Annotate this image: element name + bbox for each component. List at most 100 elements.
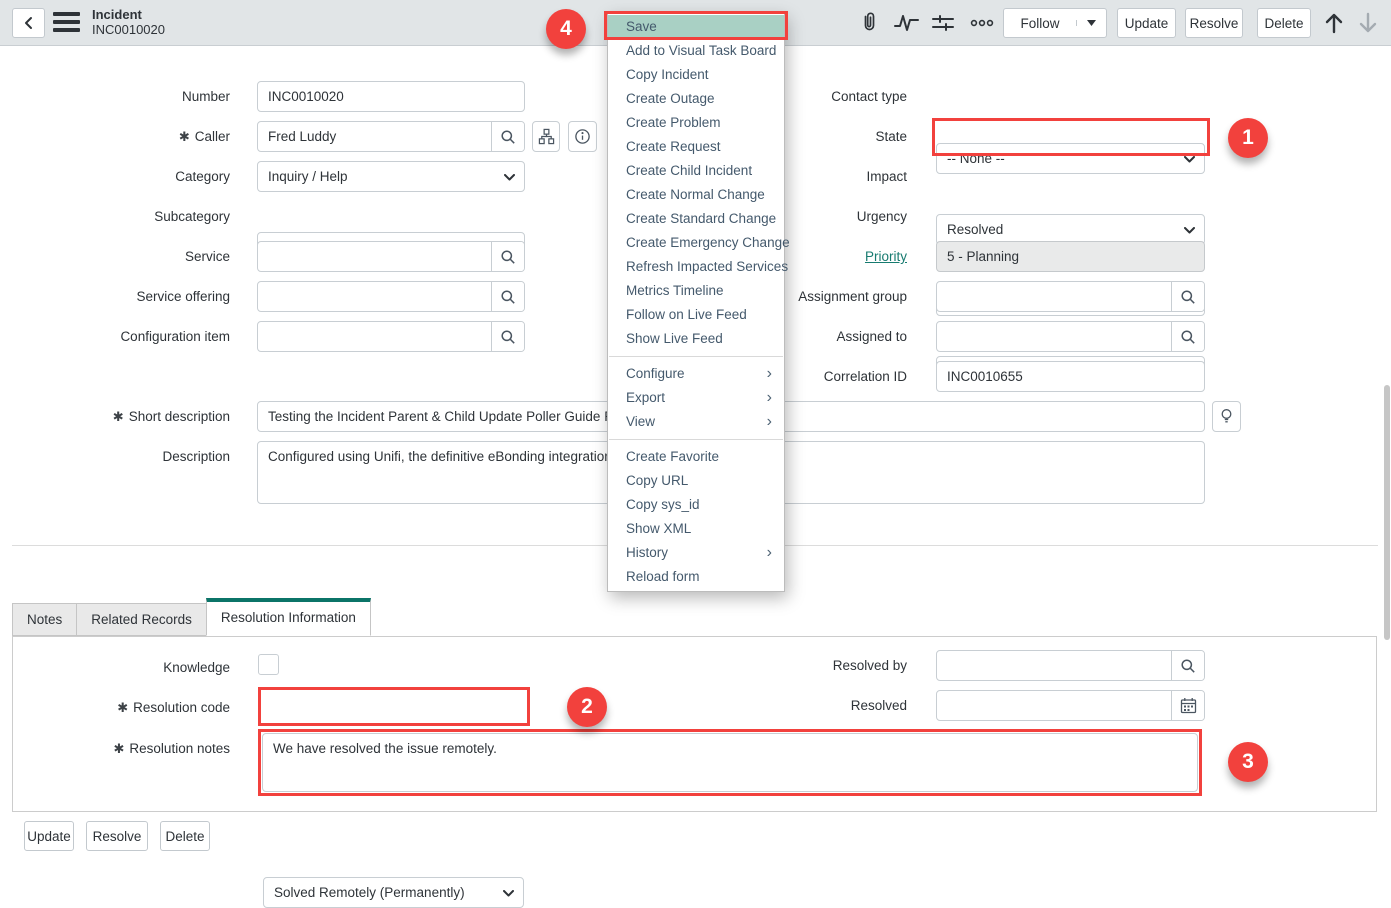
tab-resolution-information[interactable]: Resolution Information <box>206 598 371 636</box>
service-offering-input[interactable] <box>258 282 491 311</box>
menu-item-copy-incident[interactable]: Copy Incident <box>608 63 784 87</box>
menu-item-copy-url[interactable]: Copy URL <box>608 469 784 493</box>
menu-item-create-child-incident[interactable]: Create Child Incident <box>608 159 784 183</box>
menu-item-copy-sys-id[interactable]: Copy sys_id <box>608 493 784 517</box>
menu-item-label: History <box>626 541 668 565</box>
vertical-scrollbar[interactable] <box>1384 385 1390 640</box>
search-icon <box>500 129 516 145</box>
chevron-left-icon <box>22 16 36 30</box>
knowledge-label: Knowledge <box>20 658 230 677</box>
subcategory-label: Subcategory <box>20 207 230 226</box>
follow-dropdown-button[interactable] <box>1076 20 1106 26</box>
assigned-to-input[interactable] <box>937 322 1171 351</box>
mandatory-icon: ✱ <box>117 698 128 717</box>
follow-button[interactable]: Follow <box>1004 16 1076 31</box>
menu-item-label: View <box>626 410 655 434</box>
menu-item-configure[interactable]: Configure› <box>608 362 784 386</box>
category-select[interactable]: Inquiry / Help <box>257 161 525 192</box>
menu-item-create-favorite[interactable]: Create Favorite <box>608 445 784 469</box>
service-offering-lookup-button[interactable] <box>491 282 524 311</box>
menu-item-label: Create Outage <box>626 87 715 111</box>
search-icon <box>1180 289 1196 305</box>
footer-update-button[interactable]: Update <box>24 821 74 851</box>
menu-item-label: Follow on Live Feed <box>626 303 747 327</box>
configuration-item-label: Configuration item <box>20 327 230 346</box>
correlation-id-input[interactable]: INC0010655 <box>936 361 1205 392</box>
tab-notes[interactable]: Notes <box>12 603 77 636</box>
footer-resolve-button[interactable]: Resolve <box>86 821 148 851</box>
menu-item-add-to-visual-task-board[interactable]: Add to Visual Task Board <box>608 39 784 63</box>
menu-item-metrics-timeline[interactable]: Metrics Timeline <box>608 279 784 303</box>
context-menu-icon[interactable] <box>53 12 80 32</box>
assignment-group-lookup-button[interactable] <box>1171 282 1204 311</box>
footer-delete-button[interactable]: Delete <box>160 821 210 851</box>
menu-item-create-problem[interactable]: Create Problem <box>608 111 784 135</box>
search-icon <box>1180 329 1196 345</box>
arrow-down-icon[interactable] <box>1357 11 1379 35</box>
number-input[interactable]: INC0010020 <box>257 81 525 112</box>
resolved-by-lookup-button[interactable] <box>1171 651 1204 680</box>
resolve-button[interactable]: Resolve <box>1185 8 1243 38</box>
menu-item-create-standard-change[interactable]: Create Standard Change <box>608 207 784 231</box>
menu-item-label: Add to Visual Task Board <box>626 39 776 63</box>
menu-item-label: Reload form <box>626 565 700 589</box>
menu-item-history[interactable]: History› <box>608 541 784 565</box>
caller-hierarchy-button[interactable] <box>532 121 560 152</box>
priority-link[interactable]: Priority <box>865 247 907 266</box>
arrow-up-icon[interactable] <box>1323 11 1345 35</box>
menu-item-show-xml[interactable]: Show XML <box>608 517 784 541</box>
service-lookup-button[interactable] <box>491 242 524 271</box>
service-input[interactable] <box>258 242 491 271</box>
activity-stream-icon[interactable] <box>894 13 919 33</box>
service-offering-lookup-field <box>257 281 525 312</box>
resolution-code-select[interactable]: Solved Remotely (Permanently) <box>263 877 524 908</box>
menu-item-follow-on-live-feed[interactable]: Follow on Live Feed <box>608 303 784 327</box>
configuration-item-lookup-button[interactable] <box>491 322 524 351</box>
personalize-form-icon[interactable] <box>932 13 954 33</box>
menu-item-label: Create Emergency Change <box>626 231 790 255</box>
menu-item-refresh-impacted-services[interactable]: Refresh Impacted Services <box>608 255 784 279</box>
assigned-to-lookup-button[interactable] <box>1171 322 1204 351</box>
tab-related-records[interactable]: Related Records <box>76 603 207 636</box>
context-menu: SaveAdd to Visual Task BoardCopy Inciden… <box>607 12 785 592</box>
assignment-group-input[interactable] <box>937 282 1171 311</box>
annotation-frame-resolution-notes <box>258 729 1202 796</box>
suggestion-button[interactable] <box>1212 401 1241 432</box>
resolved-calendar-button[interactable] <box>1171 691 1204 720</box>
menu-item-label: Create Problem <box>626 111 721 135</box>
resolved-date-input[interactable] <box>937 691 1171 720</box>
attachment-icon[interactable] <box>858 11 880 35</box>
annotation-badge-1: 1 <box>1228 118 1268 158</box>
menu-item-create-emergency-change[interactable]: Create Emergency Change <box>608 231 784 255</box>
servicenow-incident-form: Incident INC0010020 Follow Update Resolv… <box>0 0 1391 217</box>
menu-item-show-live-feed[interactable]: Show Live Feed <box>608 327 784 351</box>
menu-separator <box>609 439 783 440</box>
menu-item-export[interactable]: Export› <box>608 386 784 410</box>
back-button[interactable] <box>12 8 45 38</box>
menu-item-reload-form[interactable]: Reload form <box>608 565 784 589</box>
caller-input[interactable]: Fred Luddy <box>258 122 491 151</box>
configuration-item-input[interactable] <box>258 322 491 351</box>
delete-button[interactable]: Delete <box>1257 8 1311 38</box>
menu-item-label: Configure <box>626 362 685 386</box>
menu-item-label: Export <box>626 386 665 410</box>
update-button[interactable]: Update <box>1117 8 1176 38</box>
record-title: Incident INC0010020 <box>92 7 165 37</box>
caller-preview-button[interactable] <box>568 121 597 152</box>
more-options-icon[interactable] <box>970 18 994 28</box>
menu-item-create-outage[interactable]: Create Outage <box>608 87 784 111</box>
number-label: Number <box>20 87 230 106</box>
resolved-by-input[interactable] <box>937 651 1171 680</box>
menu-item-label: Metrics Timeline <box>626 279 724 303</box>
short-description-label: ✱ Short description <box>20 407 230 426</box>
menu-item-view[interactable]: View› <box>608 410 784 434</box>
caller-lookup-button[interactable] <box>491 122 524 151</box>
menu-item-create-request[interactable]: Create Request <box>608 135 784 159</box>
caller-label: ✱ Caller <box>20 127 230 146</box>
knowledge-checkbox[interactable] <box>258 654 279 675</box>
annotation-frame-state <box>932 118 1210 156</box>
service-lookup-field <box>257 241 525 272</box>
menu-item-create-normal-change[interactable]: Create Normal Change <box>608 183 784 207</box>
menu-item-label: Refresh Impacted Services <box>626 255 788 279</box>
hierarchy-icon <box>538 128 555 145</box>
